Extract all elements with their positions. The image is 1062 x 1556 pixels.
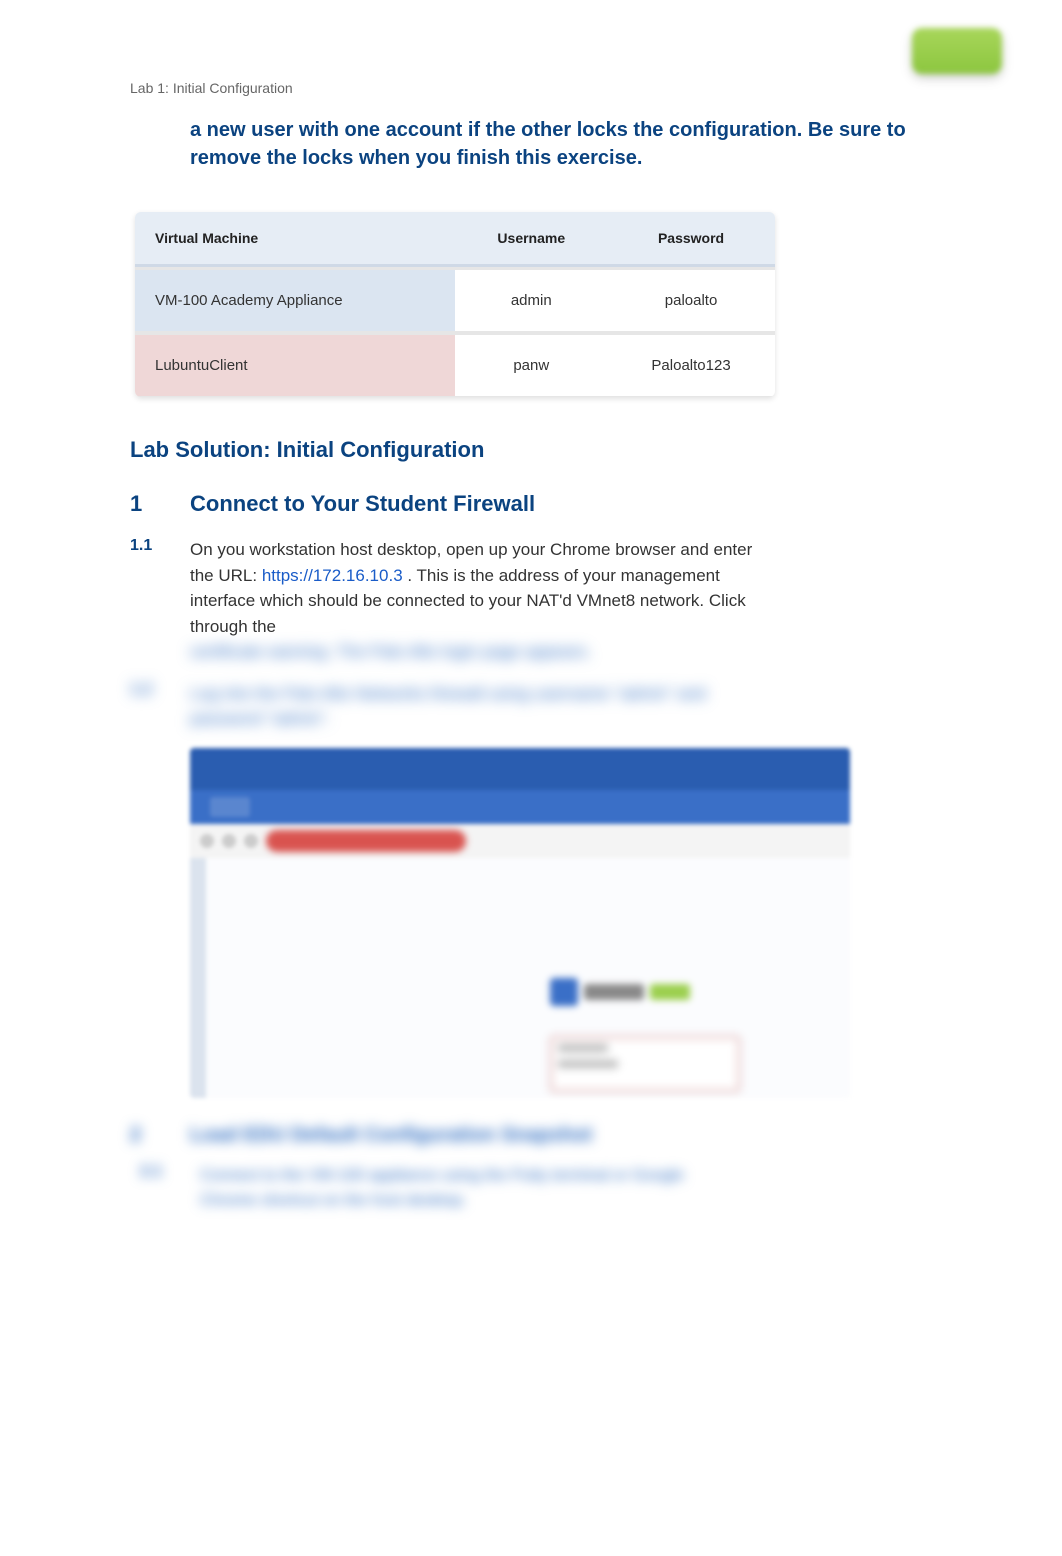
browser-urlbar bbox=[190, 824, 850, 858]
step-1-2: 1.2 Log into the Palo Alto Networks fire… bbox=[130, 681, 942, 732]
cell-vm: LubuntuClient bbox=[135, 332, 455, 397]
nav-back-icon bbox=[200, 834, 214, 848]
cell-user: admin bbox=[455, 267, 607, 332]
page-body bbox=[190, 858, 850, 1098]
browser-tab bbox=[210, 797, 250, 817]
blurred-text: Log into the Palo Alto Networks firewall… bbox=[190, 681, 770, 732]
section-number: 2 bbox=[130, 1124, 190, 1147]
credentials-table: Virtual Machine Username Password VM-100… bbox=[135, 212, 775, 397]
unlock-button[interactable] bbox=[912, 28, 1002, 74]
browser-tabrow bbox=[190, 790, 850, 824]
management-url-link[interactable]: https://172.16.10.3 bbox=[262, 566, 403, 585]
login-screenshot bbox=[190, 748, 850, 1098]
step-number: 1.2 bbox=[130, 681, 190, 732]
step-1-1: 1.1 On you workstation host desktop, ope… bbox=[130, 537, 942, 665]
paloalto-logo bbox=[550, 978, 740, 1006]
logo-text bbox=[650, 984, 690, 1000]
col-username: Username bbox=[455, 212, 607, 267]
col-password: Password bbox=[607, 212, 775, 267]
logo-text bbox=[584, 984, 644, 1000]
url-highlight bbox=[266, 830, 466, 852]
table-row: LubuntuClient panw Paloalto123 bbox=[135, 332, 775, 397]
blurred-text: certificate warning. The Palo Alto login… bbox=[190, 642, 591, 661]
cell-pass: Paloalto123 bbox=[607, 332, 775, 397]
step-text: On you workstation host desktop, open up… bbox=[190, 537, 770, 665]
table-row: VM-100 Academy Appliance admin paloalto bbox=[135, 267, 775, 332]
cell-user: panw bbox=[455, 332, 607, 397]
lab-title: Lab 1: Initial Configuration bbox=[130, 80, 942, 96]
cell-vm: VM-100 Academy Appliance bbox=[135, 267, 455, 332]
section-2-blurred: 2 Load EDU Default Configuration Snapsho… bbox=[130, 1124, 942, 1214]
browser-titlebar bbox=[190, 748, 850, 790]
cell-pass: paloalto bbox=[607, 267, 775, 332]
step-number: 2.1 bbox=[140, 1163, 200, 1214]
table-header-row: Virtual Machine Username Password bbox=[135, 212, 775, 267]
section-title: Load EDU Default Configuration Snapshot bbox=[190, 1124, 592, 1147]
nav-reload-icon bbox=[244, 834, 258, 848]
section-1: 1 Connect to Your Student Firewall bbox=[130, 491, 942, 517]
blurred-text: Connect to the VM-100 appliance using th… bbox=[200, 1163, 720, 1214]
credentials-highlight bbox=[550, 1036, 740, 1092]
intro-note: a new user with one account if the other… bbox=[190, 116, 912, 172]
scrollbar bbox=[190, 858, 206, 1098]
logo-icon bbox=[550, 978, 578, 1006]
section-number: 1 bbox=[130, 491, 190, 517]
nav-forward-icon bbox=[222, 834, 236, 848]
login-box bbox=[550, 978, 740, 1098]
step-number: 1.1 bbox=[130, 537, 190, 665]
col-vm: Virtual Machine bbox=[135, 212, 455, 267]
section-title: Connect to Your Student Firewall bbox=[190, 491, 535, 517]
solution-heading: Lab Solution: Initial Configuration bbox=[130, 437, 942, 463]
